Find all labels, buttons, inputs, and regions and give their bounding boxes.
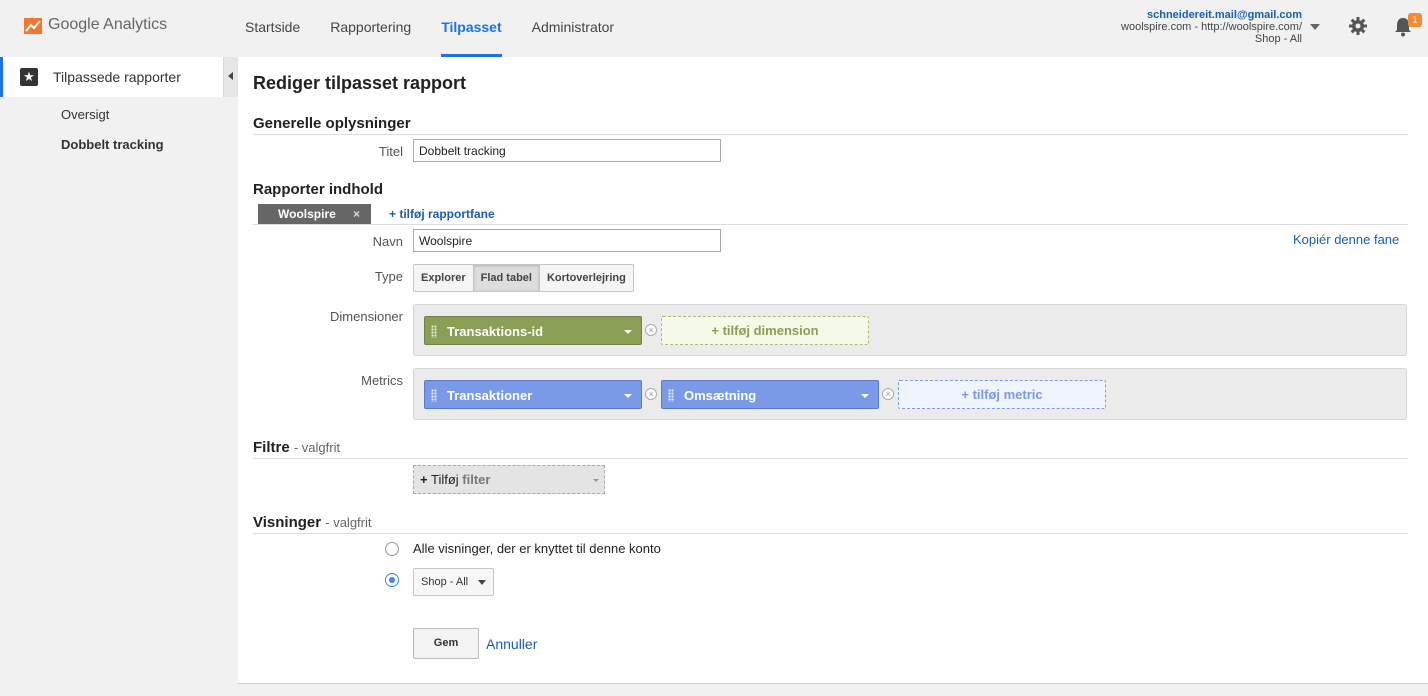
- plus-icon: +: [420, 472, 428, 487]
- type-map-overlay-button[interactable]: Kortoverlejring: [540, 265, 633, 291]
- name-input[interactable]: [413, 229, 721, 252]
- sidebar: ★ Tilpassede rapporter Oversigt Dobbelt …: [0, 57, 238, 696]
- views-optional: - valgfrit: [325, 515, 372, 530]
- type-selector: Explorer Flad tabel Kortoverlejring: [413, 264, 634, 292]
- divider: [253, 224, 1408, 225]
- nav-tilpasset[interactable]: Tilpasset: [441, 0, 503, 57]
- chevron-down-icon[interactable]: [624, 394, 632, 398]
- type-label: Type: [374, 269, 403, 284]
- chevron-down-icon[interactable]: [861, 394, 869, 398]
- title-input[interactable]: [413, 139, 721, 162]
- chevron-down-icon: [593, 479, 599, 482]
- save-button[interactable]: Gem: [413, 628, 479, 659]
- view-select[interactable]: Shop - All: [413, 568, 494, 596]
- type-explorer-button[interactable]: Explorer: [414, 265, 474, 291]
- account-email: schneidereit.mail@gmail.com: [1147, 9, 1302, 21]
- page-title: Rediger tilpasset rapport: [253, 73, 467, 93]
- views-all-radio[interactable]: [385, 542, 399, 556]
- add-report-tab-link[interactable]: + tilføj rapportfane: [389, 207, 495, 221]
- metrics-label: Metrics: [361, 373, 403, 388]
- type-flat-table-button[interactable]: Flad tabel: [473, 265, 540, 291]
- section-filters-heading: Filtre - valgfrit: [253, 439, 340, 456]
- remove-metric-icon[interactable]: ×: [645, 388, 657, 400]
- account-selector[interactable]: schneidereit.mail@gmail.com woolspire.co…: [1121, 9, 1302, 45]
- metric-label: Transaktioner: [447, 388, 533, 403]
- add-filter-label: Tilføj: [430, 472, 459, 487]
- notification-badge: 1: [1408, 13, 1422, 27]
- section-views-heading: Visninger - valgfrit: [253, 514, 372, 531]
- chevron-down-icon[interactable]: [624, 330, 632, 334]
- divider: [253, 533, 1408, 534]
- add-filter-button[interactable]: + Tilføj filter: [413, 465, 605, 494]
- chevron-down-icon[interactable]: [1310, 24, 1320, 30]
- dimensions-area: Transaktions-id × + tilføj dimension: [413, 304, 1407, 356]
- metric-label: Omsætning: [684, 388, 757, 403]
- analytics-logo-icon: [24, 16, 42, 34]
- chevron-down-icon: [478, 580, 486, 585]
- divider: [238, 683, 1428, 684]
- views-all-label: Alle visninger, der er knyttet til denne…: [413, 541, 661, 556]
- report-tab-woolspire[interactable]: Woolspire ×: [258, 204, 371, 224]
- nav-administrator[interactable]: Administrator: [532, 0, 614, 57]
- title-label: Titel: [378, 144, 403, 159]
- gear-icon[interactable]: [1349, 17, 1367, 35]
- sidebar-item-custom-reports[interactable]: ★ Tilpassede rapporter: [0, 57, 223, 97]
- report-tab-label: Woolspire: [278, 207, 336, 221]
- star-icon: ★: [20, 68, 38, 86]
- section-content-heading: Rapporter indhold: [253, 181, 383, 198]
- collapse-sidebar-button[interactable]: [223, 57, 238, 97]
- cancel-link[interactable]: Annuller: [486, 636, 537, 652]
- views-title: Visninger: [253, 514, 322, 531]
- account-view: Shop - All: [1254, 33, 1302, 45]
- divider: [253, 134, 1408, 135]
- account-property: woolspire.com - http://woolspire.com/: [1121, 21, 1302, 33]
- remove-metric-icon[interactable]: ×: [882, 388, 894, 400]
- dimension-label: Transaktions-id: [447, 324, 544, 339]
- drag-handle-icon[interactable]: [431, 389, 437, 402]
- nav-startside[interactable]: Startside: [245, 0, 300, 57]
- dimension-pill-transaction-id[interactable]: Transaktions-id: [424, 316, 642, 345]
- name-label: Navn: [372, 234, 403, 249]
- filters-title: Filtre: [253, 439, 290, 456]
- copy-tab-link[interactable]: Kopiér denne fane: [1293, 232, 1399, 247]
- add-metric-button[interactable]: + tilføj metric: [898, 380, 1106, 409]
- filters-optional: - valgfrit: [293, 440, 341, 455]
- app-logo[interactable]: Google Analytics: [24, 16, 167, 34]
- main-nav: Startside Rapportering Tilpasset Adminis…: [245, 0, 644, 57]
- dimensions-label: Dimensioner: [330, 309, 403, 324]
- close-icon[interactable]: ×: [353, 204, 360, 224]
- drag-handle-icon[interactable]: [668, 389, 674, 402]
- top-bar: Google Analytics Startside Rapportering …: [0, 0, 1428, 57]
- remove-dimension-icon[interactable]: ×: [645, 324, 657, 336]
- view-select-value: Shop - All: [421, 576, 469, 588]
- sidebar-header-label: Tilpassede rapporter: [53, 69, 181, 85]
- add-dimension-button[interactable]: + tilføj dimension: [661, 316, 869, 345]
- sidebar-item-dobbelt-tracking[interactable]: Dobbelt tracking: [61, 137, 164, 152]
- nav-rapportering[interactable]: Rapportering: [330, 0, 411, 57]
- section-general-heading: Generelle oplysninger: [253, 115, 411, 132]
- app-title: Google Analytics: [48, 16, 168, 33]
- sidebar-item-oversigt[interactable]: Oversigt: [61, 107, 109, 122]
- drag-handle-icon[interactable]: [431, 325, 437, 338]
- metric-pill-revenue[interactable]: Omsætning: [661, 380, 879, 409]
- metric-pill-transactions[interactable]: Transaktioner: [424, 380, 642, 409]
- add-filter-suffix: filter: [462, 472, 491, 487]
- main-content: Rediger tilpasset rapport Generelle oply…: [238, 57, 1428, 683]
- metrics-area: Transaktioner × Omsætning × + tilføj met…: [413, 368, 1407, 420]
- divider: [253, 458, 1408, 459]
- views-selected-radio[interactable]: [385, 573, 399, 587]
